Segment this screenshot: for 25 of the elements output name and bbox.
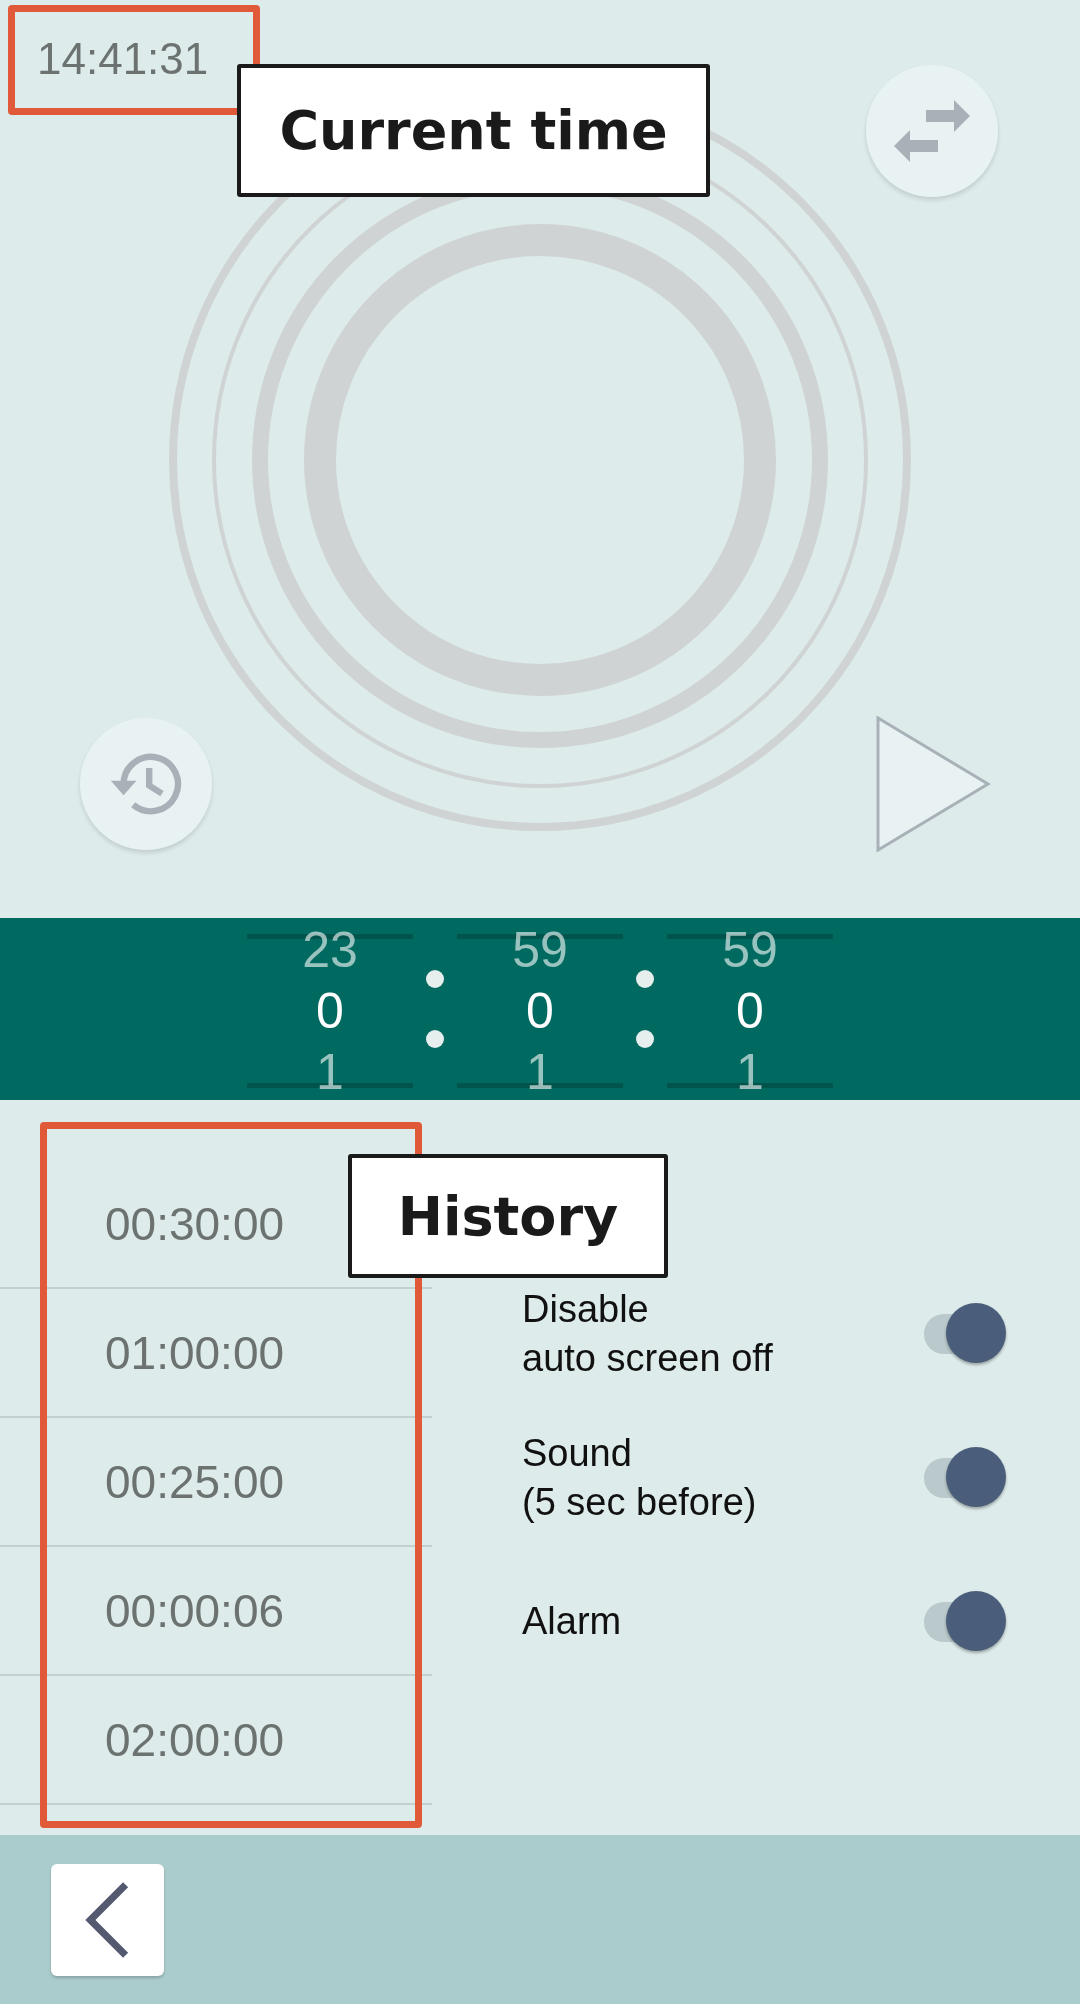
setting-label: Disable auto screen off [522,1286,773,1381]
picker-value[interactable]: 1 [736,1047,764,1097]
picker-value[interactable]: 0 [316,986,344,1036]
setting-label: Sound (5 sec before) [522,1430,757,1525]
current-time: 14:41:31 [37,34,209,84]
colon-dot [636,970,654,988]
history-item[interactable]: 00:00:06 [0,1547,432,1676]
history-item[interactable]: 02:00:00 [0,1676,432,1805]
picker-value[interactable]: 59 [512,925,568,975]
colon-dot [636,1030,654,1048]
picker-value[interactable]: 0 [736,986,764,1036]
back-button[interactable] [51,1863,164,1976]
picker-value[interactable]: 0 [526,986,554,1036]
picker-value[interactable]: 23 [302,925,358,975]
colon-dot [426,1030,444,1048]
picker-value[interactable]: 1 [526,1047,554,1097]
picker-value[interactable]: 1 [316,1047,344,1097]
colon-dot [426,970,444,988]
play-icon [876,716,992,852]
history-item[interactable]: 01:00:00 [0,1289,432,1418]
callout-tooltip: History [348,1154,668,1278]
picker-value[interactable]: 59 [722,925,778,975]
setting-label: Alarm [522,1599,622,1645]
callout-tooltip: Current time [237,64,710,197]
history-item[interactable]: 00:25:00 [0,1418,432,1547]
